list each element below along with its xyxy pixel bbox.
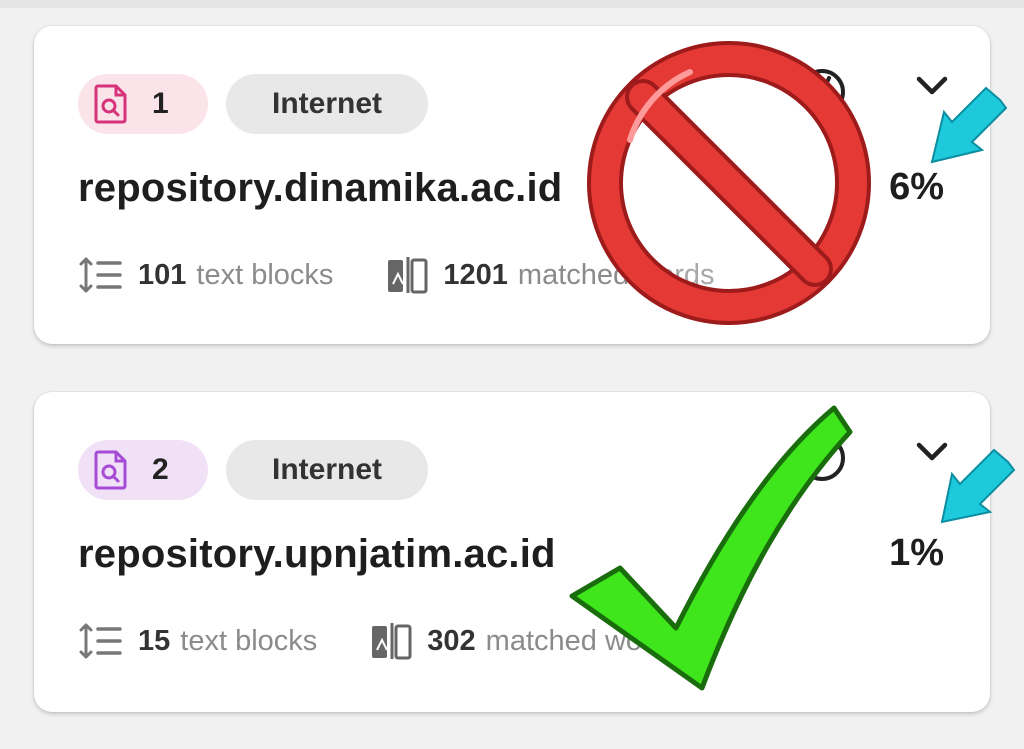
source-type-badge: Internet [226,440,428,500]
text-blocks-icon [79,257,122,293]
chevron-down-icon[interactable] [914,70,950,100]
source-domain[interactable]: repository.dinamika.ac.id [78,166,562,211]
text-blocks-stat: 15 text blocks [78,622,317,660]
matched-words-stat: 1201 matched words [385,254,715,296]
source-domain[interactable]: repository.upnjatim.ac.id [78,532,556,577]
source-type-badge: Internet [226,74,428,134]
top-edge [0,0,1024,8]
matched-words-icon [388,257,428,294]
gear-icon[interactable] [796,432,848,484]
source-index-badge: 1 [78,74,208,134]
document-search-icon [94,450,127,490]
source-card[interactable]: 1 Internet repository.dinamika.ac.id 6% … [34,26,990,344]
chevron-down-icon[interactable] [914,436,950,466]
text-blocks-icon [79,623,122,659]
match-percentage: 6% [889,166,944,208]
source-stats: 101 text blocks 1201 matched words [78,254,715,296]
document-search-icon [94,84,127,124]
matched-words-stat: 302 matched words [369,620,682,662]
text-blocks-stat: 101 text blocks [78,256,333,294]
matched-words-icon [372,623,412,660]
match-percentage: 1% [889,532,944,574]
source-index: 1 [152,87,169,120]
source-index: 2 [152,453,169,486]
source-index-badge: 2 [78,440,208,500]
gear-icon[interactable] [796,66,848,118]
source-card[interactable]: 2 Internet repository.upnjatim.ac.id 1% … [34,392,990,712]
source-stats: 15 text blocks 302 matched words [78,620,682,662]
